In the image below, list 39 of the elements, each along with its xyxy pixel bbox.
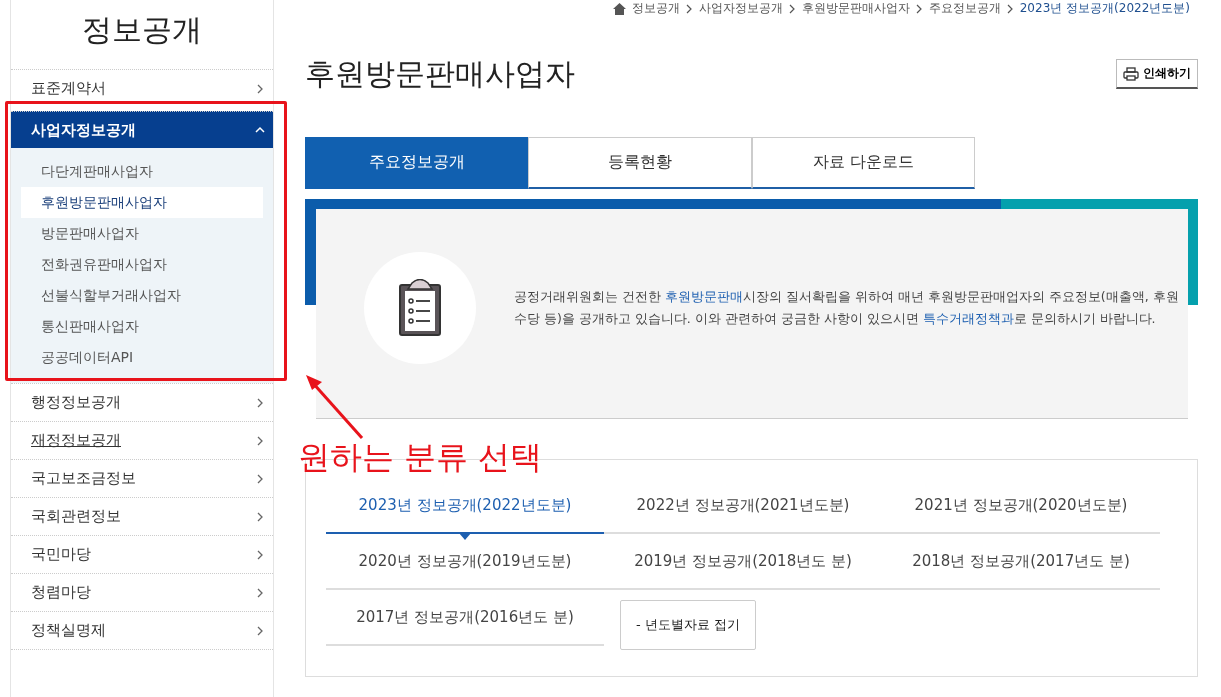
- submenu-item[interactable]: 후원방문판매사업자: [21, 187, 263, 218]
- text-link[interactable]: 후원방문판매: [664, 288, 743, 304]
- submenu-item[interactable]: 통신판매사업자: [21, 311, 263, 342]
- tab[interactable]: 자료 다운로드: [751, 137, 975, 189]
- year-tab[interactable]: 2017년 정보공개(2016년도 분): [326, 590, 604, 646]
- text-link[interactable]: 특수거래정책과: [922, 310, 1014, 326]
- tab[interactable]: 주요정보공개: [305, 137, 529, 189]
- page-title: 후원방문판매사업자: [305, 55, 575, 93]
- year-tab[interactable]: 2019년 정보공개(2018년도 분): [604, 534, 882, 590]
- year-tab[interactable]: 2018년 정보공개(2017년도 분): [882, 534, 1160, 590]
- submenu-item[interactable]: 공공데이터API: [21, 342, 263, 373]
- breadcrumb-link[interactable]: 후원방문판매사업자: [801, 0, 910, 17]
- sidebar-item[interactable]: 표준계약서: [11, 69, 273, 107]
- submenu-item[interactable]: 방문판매사업자: [21, 218, 263, 249]
- sidebar-item[interactable]: 국민마당: [11, 535, 273, 573]
- intro-text: 공정거래위원회는 건전한 후원방문판매시장의 질서확립을 위하여 매년 후원방문판매업자의 주요정보(매출액, 후원수당 등)을 공개하고 있습니다. 이와 관련하여 궁금한 사항이 있으시면 특수거래정책과로 문의하시기 바랍니다.: [514, 287, 1180, 328]
- collapse-button[interactable]: - 년도별자료 접기: [620, 600, 756, 650]
- sidebar-item[interactable]: 청렴마당: [11, 573, 273, 611]
- submenu-item[interactable]: 전화권유판매사업자: [21, 249, 263, 280]
- breadcrumb-link[interactable]: 정보공개: [631, 0, 680, 17]
- year-tab[interactable]: 2022년 정보공개(2021년도분): [604, 478, 882, 534]
- year-tab[interactable]: 2023년 정보공개(2022년도분): [326, 478, 604, 534]
- year-tab[interactable]: 2021년 정보공개(2020년도분): [882, 478, 1160, 534]
- submenu-item[interactable]: 다단계판매사업자: [21, 156, 263, 187]
- print-button[interactable]: 인쇄하기: [1116, 59, 1198, 89]
- submenu-item[interactable]: 선불식할부거래사업자: [21, 280, 263, 311]
- sidebar-item[interactable]: 정책실명제: [11, 611, 273, 649]
- sidebar-title: 정보공개: [81, 11, 203, 49]
- year-tab[interactable]: 2020년 정보공개(2019년도분): [326, 534, 604, 590]
- breadcrumb-link[interactable]: 2023년 정보공개(2022년도분): [1019, 0, 1190, 17]
- tab[interactable]: 등록현황: [528, 137, 752, 189]
- sidebar-item[interactable]: 국고보조금정보: [11, 459, 273, 497]
- sidebar-item[interactable]: 재정정보공개: [11, 421, 273, 459]
- breadcrumb-link[interactable]: 사업자정보공개: [698, 0, 783, 17]
- annotation-label: 원하는 분류 선택: [298, 437, 543, 478]
- sidebar-item[interactable]: 국회관련정보: [11, 497, 273, 535]
- sidebar-item[interactable]: 행정정보공개: [11, 383, 273, 421]
- breadcrumb-link[interactable]: 주요정보공개: [928, 0, 1001, 17]
- sidebar-item[interactable]: 사업자정보공개: [11, 111, 273, 148]
